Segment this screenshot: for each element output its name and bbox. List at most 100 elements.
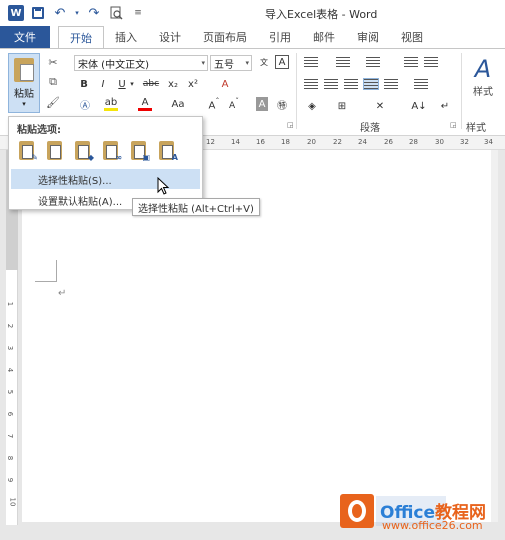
ruler-number: 12: [206, 138, 215, 146]
ruler-number: 9: [6, 477, 15, 483]
justify-button[interactable]: [363, 78, 379, 90]
tab-home[interactable]: 开始: [58, 26, 104, 49]
font-name-select[interactable]: 宋体 (中文正文) ▾: [74, 55, 208, 71]
customize-icon: ≡: [134, 8, 142, 18]
align-right-button[interactable]: [344, 79, 358, 89]
line-spacing-button[interactable]: [414, 79, 428, 89]
strikethrough-button[interactable]: abc: [140, 77, 162, 91]
clear-formatting-button[interactable]: A: [218, 77, 232, 91]
highlight-button[interactable]: ab: [104, 97, 118, 111]
underline-dropdown[interactable]: ▾: [129, 77, 135, 91]
merge-formatting-button[interactable]: [43, 139, 66, 162]
cut-button[interactable]: ✂: [46, 55, 60, 69]
ruler-number: 32: [460, 138, 469, 146]
borders-button[interactable]: ⊞: [334, 99, 350, 113]
subscript-icon: x₂: [168, 78, 178, 90]
enclose-characters-button[interactable]: ㊕: [275, 97, 289, 112]
shrink-font-icon: Aˇ: [229, 97, 239, 111]
paste-special-item[interactable]: 选择性粘贴(S)...: [11, 169, 200, 189]
office-logo-icon: [340, 494, 374, 528]
use-destination-styles-button[interactable]: ◆: [71, 139, 94, 162]
save-icon: [32, 7, 44, 19]
underline-button[interactable]: U: [116, 77, 128, 91]
watermark: Office教程网 www.office26.com: [340, 492, 502, 536]
borders-icon: ⊞: [337, 100, 347, 112]
multilevel-list-button[interactable]: [366, 57, 380, 67]
tab-insert[interactable]: 插入: [104, 26, 148, 48]
change-case-button[interactable]: Aa: [168, 97, 188, 111]
save-button[interactable]: [30, 5, 46, 21]
brush-icon: 🖌: [46, 95, 60, 109]
superscript-button[interactable]: x²: [186, 77, 200, 91]
font-color-button[interactable]: A: [138, 97, 152, 111]
sort-button[interactable]: A↓: [411, 99, 426, 113]
keep-source-formatting-button[interactable]: ✎: [15, 139, 38, 162]
ruler-number: 7: [6, 433, 15, 439]
underline-icon: U: [118, 78, 126, 90]
keep-text-only-button[interactable]: A: [155, 139, 178, 162]
font-size-value: 五号: [214, 59, 234, 71]
tab-review[interactable]: 审阅: [346, 26, 390, 48]
chevron-down-icon: ▾: [201, 59, 205, 67]
link-keep-source-button[interactable]: ∞: [99, 139, 122, 162]
logo-ring: [348, 500, 366, 522]
decrease-indent-button[interactable]: [404, 57, 418, 67]
undo-icon: ↶: [54, 5, 66, 21]
styles-button[interactable]: A 样式: [468, 55, 498, 111]
mouse-cursor-icon: [157, 177, 170, 195]
margin-corner-mark: [35, 260, 57, 282]
group-separator: [296, 53, 297, 129]
ruler-number: 8: [6, 455, 15, 461]
character-shading-button[interactable]: A: [256, 97, 268, 111]
quick-access-toolbar: W ↶ ▾ ↷ ≡: [0, 5, 146, 21]
chevron-down-icon: ▾: [75, 9, 79, 17]
align-center-button[interactable]: [324, 79, 338, 89]
copy-button[interactable]: ⧉: [46, 75, 60, 89]
phonetic-guide-button[interactable]: 文: [256, 55, 272, 69]
increase-indent-button[interactable]: [424, 57, 438, 67]
highlighter-icon: ab: [104, 97, 118, 108]
shading-button[interactable]: ◈: [304, 99, 320, 113]
paragraph-dialog-launcher[interactable]: ◲: [450, 121, 457, 129]
show-marks-button[interactable]: ↵: [440, 99, 450, 113]
align-left-button[interactable]: [304, 79, 318, 89]
undo-dropdown[interactable]: ▾: [74, 5, 80, 21]
tab-file[interactable]: 文件: [0, 26, 50, 48]
format-painter-button[interactable]: 🖌: [46, 95, 60, 109]
tab-mailings[interactable]: 邮件: [302, 26, 346, 48]
title-bar: W ↶ ▾ ↷ ≡ 导入Excel表格 - Word: [0, 0, 505, 26]
window-title: 导入Excel表格 - Word: [265, 8, 378, 21]
customize-quick-access-button[interactable]: ≡: [130, 5, 146, 21]
font-dialog-launcher[interactable]: ◲: [287, 121, 294, 129]
redo-button[interactable]: ↷: [86, 5, 102, 21]
bullets-button[interactable]: [304, 57, 318, 67]
ribbon-tabs: 文件 开始 插入 设计 页面布局 引用 邮件 审阅 视图: [0, 26, 505, 49]
enclose-characters-icon: ㊕: [277, 100, 287, 112]
chevron-down-icon: ▾: [245, 59, 249, 67]
paste-button[interactable]: 粘贴 ▾: [8, 53, 40, 113]
paste-options-menu: 粘贴选项: ✎ ◆ ∞ ▣ A 选择性粘贴(S)... 设置默认粘贴(A)...: [8, 116, 203, 210]
picture-paste-button[interactable]: ▣: [127, 139, 150, 162]
bold-button[interactable]: B: [78, 77, 90, 91]
character-border-icon: A: [278, 56, 286, 68]
text-effects-button[interactable]: Ⓐ: [78, 97, 92, 112]
watermark-url: www.office26.com: [382, 519, 483, 532]
tab-view[interactable]: 视图: [390, 26, 434, 48]
distributed-button[interactable]: [384, 79, 398, 89]
tab-page-layout[interactable]: 页面布局: [192, 26, 258, 48]
paint-bucket-icon: ◈: [308, 100, 316, 112]
chinese-layout-button[interactable]: ✕: [372, 99, 388, 113]
shrink-font-button[interactable]: Aˇ: [228, 97, 240, 111]
character-border-button[interactable]: A: [275, 55, 289, 69]
tab-design[interactable]: 设计: [148, 26, 192, 48]
undo-button[interactable]: ↶: [52, 5, 68, 21]
italic-button[interactable]: I: [98, 77, 108, 91]
print-preview-button[interactable]: [108, 5, 124, 21]
chevron-down-icon: ▾: [22, 100, 26, 108]
numbering-button[interactable]: [336, 57, 350, 67]
vertical-scrollbar[interactable]: [491, 150, 498, 522]
grow-font-button[interactable]: Aˆ: [208, 96, 220, 111]
font-size-select[interactable]: 五号 ▾: [210, 55, 252, 71]
subscript-button[interactable]: x₂: [166, 77, 180, 91]
tab-references[interactable]: 引用: [258, 26, 302, 48]
